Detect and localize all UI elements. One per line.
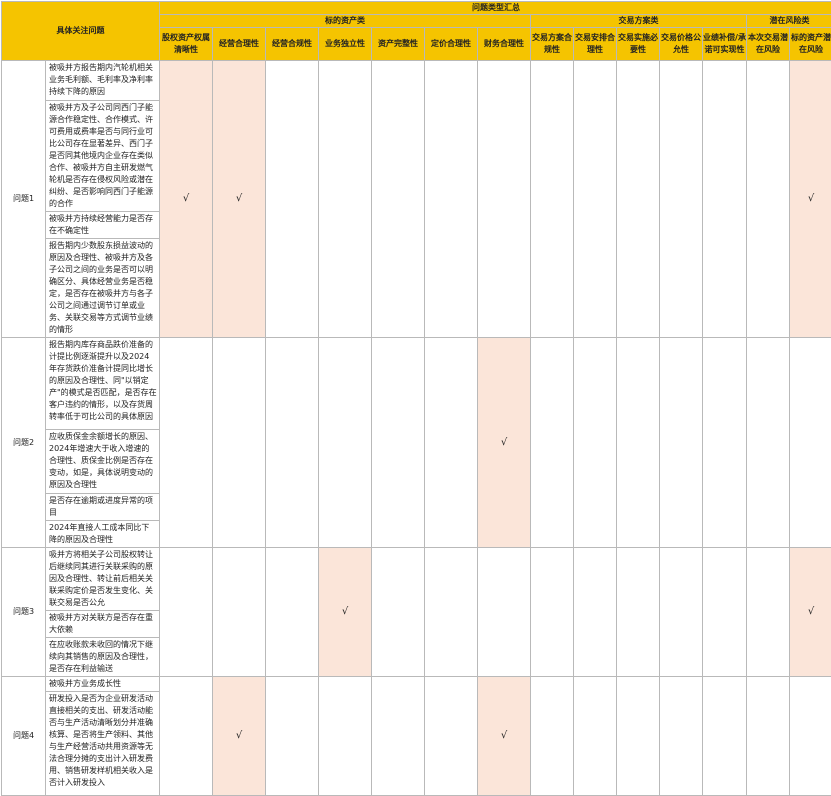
empty-cell [266, 338, 319, 548]
transaction-group-header: 交易方案类 [531, 15, 747, 28]
column-header: 业务独立性 [319, 28, 372, 61]
check-mark: √ [319, 548, 372, 677]
empty-cell [372, 61, 425, 338]
empty-cell [425, 677, 478, 796]
summary-header: 问题类型汇总 [160, 2, 831, 15]
issue-text: 被吸并方及子公司同西门子能源合作稳定性、合作模式、许可费用或费率是否与同行业可比… [46, 101, 160, 212]
issue-text: 被吸并方持续经营能力是否存在不确定性 [46, 212, 160, 239]
empty-cell [531, 677, 574, 796]
empty-cell [478, 61, 531, 338]
empty-cell [703, 338, 747, 548]
empty-cell [531, 548, 574, 677]
column-header: 资产完整性 [372, 28, 425, 61]
empty-cell [574, 548, 617, 677]
empty-cell [372, 677, 425, 796]
empty-cell [790, 338, 831, 548]
empty-cell [319, 338, 372, 548]
empty-cell [531, 61, 574, 338]
empty-cell [266, 677, 319, 796]
check-mark: √ [790, 548, 831, 677]
check-mark: √ [160, 61, 213, 338]
question-label: 问题1 [2, 61, 46, 338]
issue-text: 被吸并方对关联方是否存在重大依赖 [46, 611, 160, 638]
empty-cell [372, 548, 425, 677]
table-body: 问题1被吸并方报告期内汽轮机相关业务毛利额、毛利率及净利率持续下降的原因√√√被… [2, 61, 831, 796]
check-mark: √ [478, 677, 531, 796]
column-header: 标的资产潜在风险 [790, 28, 831, 61]
table-row: 问题4被吸并方业务成长性√√ [2, 677, 831, 692]
issue-text: 被吸并方业务成长性 [46, 677, 160, 692]
column-header: 本次交易潜在风险 [747, 28, 790, 61]
empty-cell [660, 338, 703, 548]
empty-cell [660, 677, 703, 796]
empty-cell [266, 548, 319, 677]
column-header: 交易安排合理性 [574, 28, 617, 61]
column-header: 交易实施必要性 [617, 28, 660, 61]
target-assets-group-header: 标的资产类 [160, 15, 531, 28]
empty-cell [574, 338, 617, 548]
empty-cell [160, 677, 213, 796]
empty-cell [790, 677, 831, 796]
table-header: 具体关注问题 问题类型汇总 标的资产类 交易方案类 潜在风险类 股权资产权属清晰… [2, 2, 831, 61]
risk-group-header: 潜在风险类 [747, 15, 831, 28]
issue-text: 是否存在逾期或进度异常的项目 [46, 494, 160, 521]
issue-text: 在应收账款未收回的情况下继续向其销售的原因及合理性，是否存在利益输送 [46, 638, 160, 677]
question-label: 问题2 [2, 338, 46, 548]
empty-cell [213, 548, 266, 677]
check-mark: √ [213, 61, 266, 338]
column-header: 经营合理性 [213, 28, 266, 61]
empty-cell [747, 338, 790, 548]
issue-text: 2024年直接人工成本同比下降的原因及合理性 [46, 521, 160, 548]
empty-cell [703, 61, 747, 338]
column-header: 经营合规性 [266, 28, 319, 61]
empty-cell [617, 338, 660, 548]
table-row: 问题3吸并方将相关子公司股权转让后继续同其进行关联采购的原因及合理性、转让前后相… [2, 548, 831, 611]
empty-cell [660, 61, 703, 338]
empty-cell [747, 677, 790, 796]
empty-cell [319, 677, 372, 796]
table-row: 问题2报告期内库存商品跌价准备的计提比例逐渐提升以及2024年存货跌价准备计提同… [2, 338, 831, 430]
question-label: 问题3 [2, 548, 46, 677]
empty-cell [703, 548, 747, 677]
column-header: 财务合理性 [478, 28, 531, 61]
empty-cell [266, 61, 319, 338]
empty-cell [703, 677, 747, 796]
empty-cell [478, 548, 531, 677]
empty-cell [372, 338, 425, 548]
issue-text: 报告期内少数股东损益波动的原因及合理性、被吸并方及各子公司之间的业务是否可以明确… [46, 239, 160, 338]
issue-summary-table: 具体关注问题 问题类型汇总 标的资产类 交易方案类 潜在风险类 股权资产权属清晰… [1, 1, 831, 796]
empty-cell [617, 548, 660, 677]
check-mark: √ [213, 677, 266, 796]
issue-text: 被吸并方报告期内汽轮机相关业务毛利额、毛利率及净利率持续下降的原因 [46, 61, 160, 101]
column-header: 定价合理性 [425, 28, 478, 61]
empty-cell [160, 338, 213, 548]
check-mark: √ [478, 338, 531, 548]
question-label: 问题4 [2, 677, 46, 796]
empty-cell [747, 61, 790, 338]
empty-cell [574, 677, 617, 796]
column-header: 交易价格公允性 [660, 28, 703, 61]
empty-cell [531, 338, 574, 548]
empty-cell [617, 677, 660, 796]
issue-text: 应收质保金余额增长的原因、2024年增速大于收入增速的合理性、质保金比例是否存在… [46, 430, 160, 494]
empty-cell [160, 548, 213, 677]
column-header: 交易方案合规性 [531, 28, 574, 61]
empty-cell [617, 61, 660, 338]
table-row: 问题1被吸并方报告期内汽轮机相关业务毛利额、毛利率及净利率持续下降的原因√√√ [2, 61, 831, 101]
column-header: 股权资产权属清晰性 [160, 28, 213, 61]
empty-cell [425, 338, 478, 548]
issue-text: 报告期内库存商品跌价准备的计提比例逐渐提升以及2024年存货跌价准备计提同比增长… [46, 338, 160, 430]
column-header: 业绩补偿/承诺可实现性 [703, 28, 747, 61]
empty-cell [574, 61, 617, 338]
issue-text: 研发投入是否为企业研发活动直接相关的支出、研发活动能否与生产活动清晰划分并准确核… [46, 692, 160, 796]
empty-cell [425, 61, 478, 338]
empty-cell [213, 338, 266, 548]
check-mark: √ [790, 61, 831, 338]
issue-text: 吸并方将相关子公司股权转让后继续同其进行关联采购的原因及合理性、转让前后相关关联… [46, 548, 160, 611]
empty-cell [319, 61, 372, 338]
empty-cell [747, 548, 790, 677]
focus-issue-header: 具体关注问题 [2, 2, 160, 61]
empty-cell [425, 548, 478, 677]
empty-cell [660, 548, 703, 677]
